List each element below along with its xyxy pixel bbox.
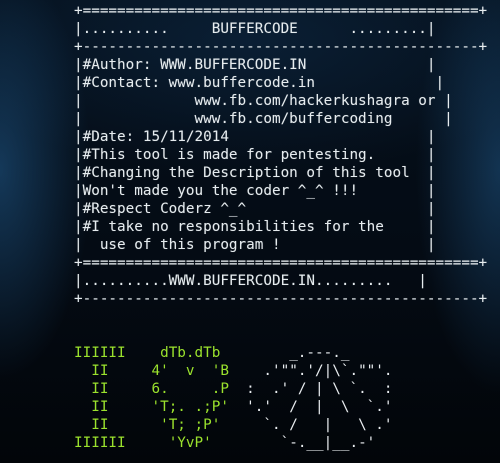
ascii-hat-segment: '.' / | \ `.' [246,399,393,415]
ascii-art-row: IIIIII dTb.dTb _.---._ [74,344,393,362]
ascii-art-row: II 6. .P : .' / | \ `. : [74,380,393,398]
ascii-hat-segment: : .' / | \ `. : [246,381,393,397]
banner-contact-fb-line: | www.fb.com/hackerkushagra or | [74,93,453,109]
ascii-hat-segment: _.---._ [271,345,350,361]
ascii-dtb-segment: 'T; ;P' [125,417,247,433]
banner-border-middle: +=======================================… [74,255,488,271]
ascii-hat-segment: `. / | \ .' [246,417,393,433]
ascii-i-segment: II [74,417,126,433]
ascii-dtb-segment: dTb.dTb [125,345,272,361]
banner-divider: +---------------------------------------… [74,39,488,55]
banner-warning-line-2: |Won't made you the coder ^_^ !!! | [74,183,436,199]
ascii-i-segment: II [74,381,126,397]
banner-border-bottom: +---------------------------------------… [74,291,488,307]
banner-disclaimer-line-2: | use of this program ! | [74,237,436,253]
ascii-hat-segment: `-.__|__.-' [246,435,376,451]
banner-warning-line-1: |#Changing the Description of this tool … [74,165,436,181]
banner-description-line: |#This tool is made for pentesting. | [74,147,436,163]
banner-respect-line: |#Respect Coderz ^_^ | [74,201,436,217]
banner-box: +=======================================… [74,2,487,308]
banner-disclaimer-line-1: |#I take no responsibilities for the | [74,219,436,235]
banner-contact-line: |#Contact: www.buffercode.in | [74,75,445,91]
banner-contact-fb2-line: | www.fb.com/buffercoding | [74,111,453,127]
ascii-art-row: II 'T; ;P' `. / | \ .' [74,416,393,434]
ascii-i-segment: IIIIII [74,345,126,361]
ascii-dtb-segment: 'T;. .;P' [125,399,247,415]
banner-website-line: |..........WWW.BUFFERCODE.IN......... | [74,273,427,289]
ascii-hat-segment: .'"".'/|\`.""'. [263,363,393,379]
banner-title-line: |.......... BUFFERCODE .........| [74,21,436,37]
ascii-art-row: IIIIII 'YvP' `-.__|__.-' [74,434,393,452]
terminal-window: +=======================================… [0,0,500,463]
ascii-i-segment: IIIIII [74,435,126,451]
ascii-dtb-segment: 'YvP' [125,435,247,451]
ascii-art-row: II 'T;. .;P' '.' / | \ `.' [74,398,393,416]
banner-date-line: |#Date: 15/11/2014 | [74,129,436,145]
banner-author-line: |#Author: WWW.BUFFERCODE.IN | [74,57,436,73]
ascii-art-row: II 4' v 'B .'"".'/|\`.""'. [74,362,393,380]
banner-border-top: +=======================================… [74,3,488,19]
ascii-i-segment: II [74,363,126,379]
ascii-art-logo: IIIIII dTb.dTb _.---._ II 4' v 'B .'"".'… [74,344,393,452]
ascii-dtb-segment: 4' v 'B [125,363,264,379]
ascii-dtb-segment: 6. .P [125,381,247,397]
ascii-i-segment: II [74,399,126,415]
